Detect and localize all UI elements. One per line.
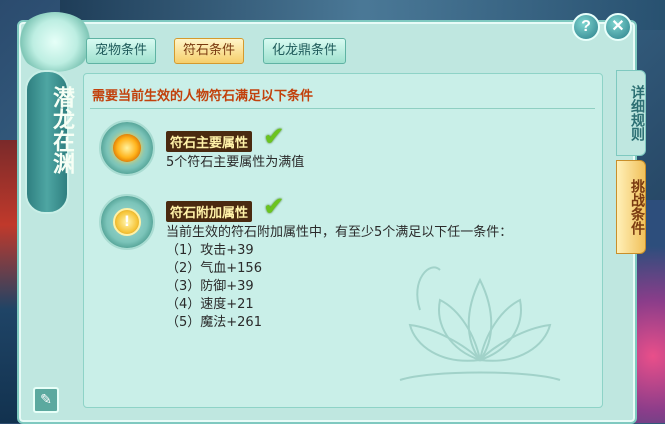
sun-orb-icon (113, 134, 141, 162)
lotus-watermark-icon (399, 266, 561, 381)
option-item: （2）气血+156 (166, 261, 262, 276)
option-item: （3）防御+39 (166, 279, 254, 294)
side-tab-detailed-rules[interactable]: 详细规则 (616, 70, 646, 156)
notepad-icon[interactable]: ✎ (33, 387, 59, 413)
title-banner: 潜龙在渊 (25, 70, 75, 214)
close-button[interactable]: ✕ (604, 13, 632, 41)
condition-1-description: 5个符石主要属性为满值 (166, 155, 305, 170)
side-tab-challenge-conditions[interactable]: 挑战条件 (616, 160, 646, 254)
condition-headline: 需要当前生效的人物符石满足以下条件 (92, 89, 314, 104)
option-item: （1）攻击+39 (166, 243, 254, 258)
tab-rune-conditions[interactable]: 符石条件 (174, 38, 245, 64)
corner-ornament (16, 12, 94, 72)
check-icon: ✔ (263, 192, 285, 222)
shield-orb-icon: ! (113, 208, 141, 236)
condition-1-title: 符石主要属性 (166, 131, 253, 152)
option-item: （5）魔法+261 (166, 315, 262, 330)
divider (90, 108, 595, 109)
condition-2-description: 当前生效的符石附加属性中，有至少5个满足以下任一条件： (166, 225, 513, 240)
condition-1-badge (99, 120, 155, 176)
option-item: （4）速度+21 (166, 297, 254, 312)
help-button[interactable]: ? (572, 13, 600, 41)
check-icon: ✔ (263, 122, 285, 152)
tab-pet-conditions[interactable]: 宠物条件 (86, 38, 157, 64)
dialog-title: 潜龙在渊 (49, 86, 75, 174)
condition-2-badge: ! (99, 194, 155, 250)
tab-cauldron-conditions[interactable]: 化龙鼎条件 (263, 38, 347, 64)
condition-2-title: 符石附加属性 (166, 201, 253, 222)
